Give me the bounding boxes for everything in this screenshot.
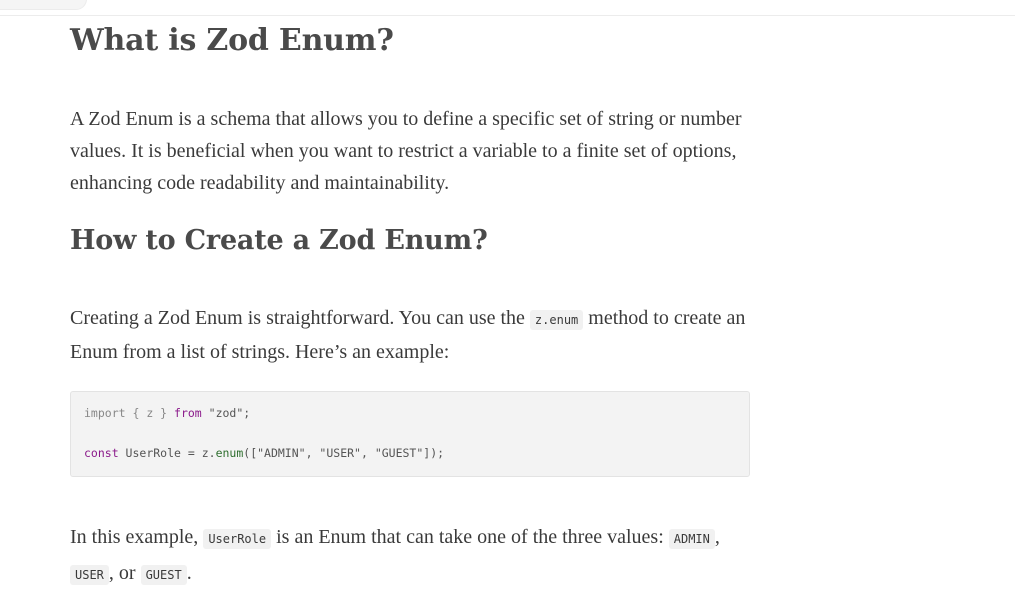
inline-code-guest: GUEST xyxy=(140,565,187,585)
top-tab[interactable] xyxy=(0,0,87,10)
code-fn-enum: enum xyxy=(215,446,244,460)
p3-sep-1: , xyxy=(714,526,720,548)
paragraph-example: In this example, UserRole is an Enum tha… xyxy=(70,520,755,592)
p3-text-mid: is an Enum that can take one of the thre… xyxy=(271,526,669,548)
code-import-braces: { z } xyxy=(125,406,175,420)
inline-code-admin: ADMIN xyxy=(668,529,715,549)
p3-sep-2: , or xyxy=(108,562,141,584)
heading-what-is-zod-enum: What is Zod Enum? xyxy=(70,23,394,58)
code-enum-args: (["ADMIN", "USER", "GUEST"]); xyxy=(243,446,445,460)
code-identifier: UserRole = z. xyxy=(118,446,216,460)
code-string-zod: "zod"; xyxy=(201,406,251,420)
top-bar xyxy=(0,0,1015,16)
p3-text-before: In this example, xyxy=(70,526,204,548)
code-block[interactable]: import { z } from "zod"; const UserRole … xyxy=(70,391,750,477)
inline-code-z-enum: z.enum xyxy=(529,310,584,330)
paragraph-definition: A Zod Enum is a schema that allows you t… xyxy=(70,108,742,194)
code-line-import: import { z } from "zod"; xyxy=(84,406,250,420)
p2-text-before: Creating a Zod Enum is straightforward. … xyxy=(70,307,530,329)
inline-code-userrole: UserRole xyxy=(203,529,272,549)
paragraph-creating: Creating a Zod Enum is straightforward. … xyxy=(70,302,755,368)
code-kw-const: const xyxy=(84,446,119,460)
code-line-const: const UserRole = z.enum(["ADMIN", "USER"… xyxy=(84,446,444,460)
heading-how-to-create: How to Create a Zod Enum? xyxy=(70,225,488,256)
code-kw-from: from xyxy=(174,406,202,420)
p3-end: . xyxy=(186,562,192,584)
inline-code-user: USER xyxy=(70,565,109,585)
code-kw-import: import xyxy=(84,406,126,420)
